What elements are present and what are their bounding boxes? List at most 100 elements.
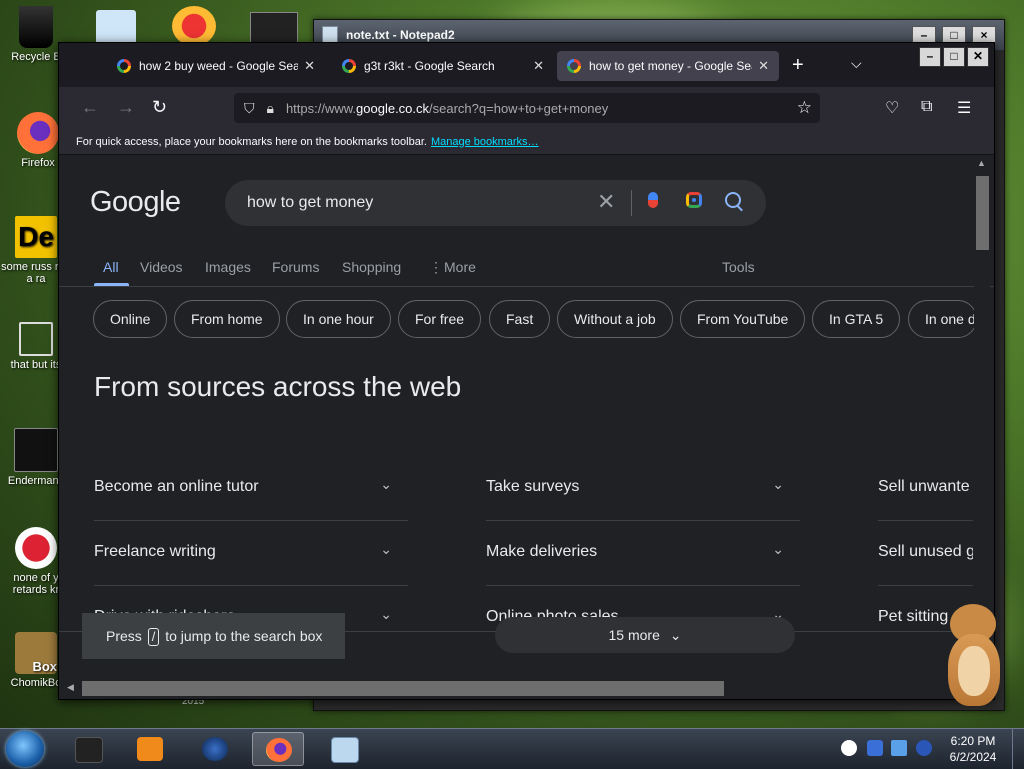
chip-in-one-hour[interactable]: In one hour xyxy=(286,300,391,338)
url-text[interactable]: https://www.google.co.ck/search?q=how+to… xyxy=(286,101,608,116)
chevron-down-icon: ⌄ xyxy=(380,541,392,557)
item-label: Become an online tutor xyxy=(94,478,259,495)
box-label: Box xyxy=(32,659,57,674)
search-box[interactable]: how to get money ✕ xyxy=(225,180,766,226)
accordion-item[interactable]: Sell unwante xyxy=(878,457,973,521)
desktop-icon-partial[interactable] xyxy=(172,6,216,46)
tab-images[interactable]: Images xyxy=(205,259,251,275)
chip-fast[interactable]: Fast xyxy=(489,300,551,338)
scroll-thumb[interactable] xyxy=(976,176,989,250)
new-tab-icon[interactable]: + xyxy=(792,55,804,75)
search-divider xyxy=(631,190,632,216)
accordion-item[interactable]: Make deliveries ⌄ xyxy=(486,522,800,586)
slash-key: / xyxy=(147,628,160,646)
chip-from-home[interactable]: From home xyxy=(174,300,280,338)
google-logo[interactable]: Google xyxy=(90,186,181,219)
chip-from-youtube[interactable]: From YouTube xyxy=(680,300,806,338)
tab-2[interactable]: g3t r3kt - Google Search ✕ xyxy=(332,51,554,81)
terminal-icon xyxy=(14,428,58,472)
desktop-icon-partial[interactable] xyxy=(250,12,298,44)
chip-without-a-job[interactable]: Without a job xyxy=(557,300,673,338)
taskbar-app[interactable] xyxy=(189,732,241,766)
tab-1[interactable]: how 2 buy weed - Google Search ✕ xyxy=(107,51,325,81)
minimize-button[interactable]: – xyxy=(919,47,941,67)
tab-title: how to get money - Google Search xyxy=(589,59,752,73)
accordion-item[interactable]: Freelance writing ⌄ xyxy=(94,522,408,586)
taskbar-notepad[interactable] xyxy=(318,732,370,766)
extensions-icon[interactable]: ⧉ xyxy=(921,98,932,116)
item-label: Freelance writing xyxy=(94,543,216,560)
microphone-icon[interactable] xyxy=(648,192,658,208)
tab-all[interactable]: All xyxy=(103,259,119,275)
scroll-thumb[interactable] xyxy=(82,681,724,696)
tab-title: how 2 buy weed - Google Search xyxy=(139,59,299,73)
pocket-icon[interactable]: ♡ xyxy=(885,98,899,118)
chevron-down-icon: ⌄ xyxy=(380,606,392,622)
chevron-down-icon: ⌄ xyxy=(772,541,784,557)
tab-3[interactable]: how to get money - Google Search ✕ xyxy=(557,51,779,81)
show-hidden-icons-icon[interactable] xyxy=(841,740,857,756)
firefox-window[interactable]: how 2 buy weed - Google Search ✕ g3t r3k… xyxy=(58,42,995,700)
url-path: /search?q=how+to+get+money xyxy=(429,100,609,116)
chevron-down-icon: ⌄ xyxy=(669,627,682,643)
chevron-down-icon: ⌄ xyxy=(380,476,392,492)
hamster-icon: Box xyxy=(15,632,57,674)
tools-button[interactable]: Tools xyxy=(722,259,755,275)
dinosaur-icon xyxy=(15,527,57,569)
network-icon[interactable] xyxy=(891,740,907,756)
tab-list-chevron-icon[interactable]: ⌵ xyxy=(851,55,862,72)
bookmarks-hint: For quick access, place your bookmarks h… xyxy=(76,135,427,148)
back-arrow-icon[interactable]: ← xyxy=(81,97,99,117)
chip-in-one-day[interactable]: In one d xyxy=(908,300,977,338)
scroll-up-arrow-icon[interactable]: ▲ xyxy=(977,158,986,168)
tab-shopping[interactable]: Shopping xyxy=(342,259,401,275)
security-shield-icon[interactable] xyxy=(867,740,883,756)
close-tab-icon[interactable]: ✕ xyxy=(758,58,769,74)
bookmarks-toolbar: For quick access, place your bookmarks h… xyxy=(59,129,994,155)
accordion-item[interactable]: Take surveys ⌄ xyxy=(486,457,800,521)
taskbar: 6:20 PM 6/2/2024 xyxy=(0,728,1024,769)
shield-icon[interactable]: ⛉ xyxy=(244,100,255,117)
google-lens-icon[interactable] xyxy=(686,192,702,208)
start-button[interactable] xyxy=(6,731,44,767)
close-button[interactable]: ✕ xyxy=(967,47,989,67)
forward-arrow-icon[interactable]: → xyxy=(117,97,135,117)
item-label: Pet sitting xyxy=(878,608,949,625)
volume-icon[interactable] xyxy=(916,740,932,756)
more-kebab-icon[interactable]: ⋮ xyxy=(429,259,443,276)
show-more-button[interactable]: 15 more ⌄ xyxy=(495,617,795,653)
close-tab-icon[interactable]: ✕ xyxy=(304,58,315,74)
accordion-item[interactable]: Become an online tutor ⌄ xyxy=(94,457,408,521)
firefox-icon xyxy=(266,738,292,762)
bookmark-star-icon[interactable]: ☆ xyxy=(797,98,812,118)
taskbar-media-player[interactable] xyxy=(124,732,176,766)
accordion-item[interactable]: Sell unused g xyxy=(878,522,973,586)
lock-icon[interactable]: 🔒︎ xyxy=(267,100,274,117)
reload-icon[interactable]: ↻ xyxy=(152,97,167,117)
manage-bookmarks-link[interactable]: Manage bookmarks… xyxy=(431,136,539,148)
clear-search-icon[interactable]: ✕ xyxy=(597,189,615,215)
scroll-left-arrow-icon[interactable]: ◀ xyxy=(67,682,74,693)
chip-in-gta-5[interactable]: In GTA 5 xyxy=(812,300,901,338)
desktop-icon-partial[interactable] xyxy=(96,10,136,44)
maximize-button[interactable]: □ xyxy=(943,47,965,67)
clock[interactable]: 6:20 PM 6/2/2024 xyxy=(942,733,1004,765)
tab-videos[interactable]: Videos xyxy=(140,259,183,275)
url-host: google.co.ck xyxy=(356,100,430,116)
taskbar-app[interactable] xyxy=(62,732,114,766)
url-bar[interactable]: ⛉ 🔒︎ https://www.google.co.ck/search?q=h… xyxy=(234,93,820,123)
close-tab-icon[interactable]: ✕ xyxy=(533,58,544,74)
show-desktop-button[interactable] xyxy=(1012,729,1024,769)
search-input[interactable]: how to get money xyxy=(247,194,373,212)
chip-online[interactable]: Online xyxy=(93,300,168,338)
chip-for-free[interactable]: For free xyxy=(398,300,482,338)
horizontal-scrollbar[interactable]: ◀ xyxy=(59,678,974,699)
tab-title: g3t r3kt - Google Search xyxy=(364,59,495,73)
taskbar-firefox[interactable] xyxy=(252,732,304,766)
url-prefix: https://www. xyxy=(285,100,357,116)
menu-icon[interactable]: ☰ xyxy=(957,98,971,118)
search-icon[interactable] xyxy=(725,192,741,208)
notepad-title: note.txt - Notepad2 xyxy=(346,28,455,42)
tab-forums[interactable]: Forums xyxy=(272,259,319,275)
tab-more[interactable]: More xyxy=(444,259,476,275)
